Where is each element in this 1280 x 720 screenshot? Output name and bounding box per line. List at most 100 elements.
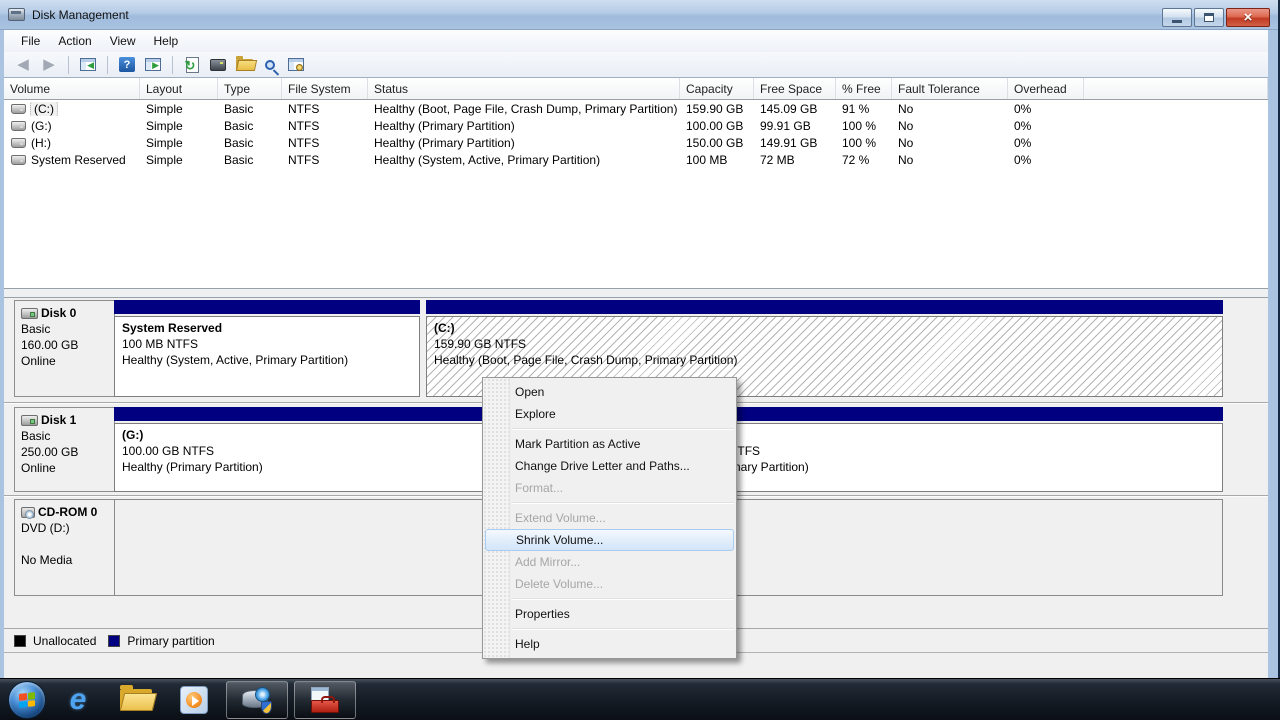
layout-cell: Simple <box>140 102 218 116</box>
file-system-cell: NTFS <box>282 153 368 167</box>
menu-view[interactable]: View <box>101 31 145 51</box>
open-folder-icon <box>236 59 253 71</box>
disk1-label[interactable]: Disk 1 Basic 250.00 GB Online <box>14 407 115 492</box>
status-cell: Healthy (Primary Partition) <box>368 119 680 133</box>
partition-system-reserved[interactable]: System Reserved 100 MB NTFS Healthy (Sys… <box>114 300 420 397</box>
column-header-pct-free[interactable]: % Free <box>836 78 892 99</box>
primary-partition-bar <box>114 300 420 314</box>
column-header-file-system[interactable]: File System <box>282 78 368 99</box>
partition-size: 100 MB NTFS <box>122 336 412 352</box>
back-button[interactable]: ◀ <box>12 55 34 75</box>
help-button[interactable]: ? <box>116 55 138 75</box>
overhead-cell: 0% <box>1008 153 1084 167</box>
drive-icon <box>11 155 26 165</box>
taskbar-admin-tools-active[interactable] <box>294 681 356 719</box>
close-button[interactable]: × <box>1226 8 1270 27</box>
primary-partition-bar <box>660 407 1223 421</box>
layout-cell: Simple <box>140 119 218 133</box>
column-header-layout[interactable]: Layout <box>140 78 218 99</box>
title-bar[interactable]: Disk Management × <box>0 0 1280 30</box>
menu-help[interactable]: Help <box>145 31 188 51</box>
context-menu-shrink-volume[interactable]: Shrink Volume... <box>485 529 734 551</box>
disk-management-icon <box>242 687 272 713</box>
volume-row-system-reserved[interactable]: System Reserved Simple Basic NTFS Health… <box>4 151 1268 168</box>
disk-size: 160.00 GB <box>21 337 108 353</box>
disk-status: No Media <box>21 552 108 568</box>
column-header-capacity[interactable]: Capacity <box>680 78 754 99</box>
manage-console-button[interactable] <box>285 55 307 75</box>
volume-row-c[interactable]: (C:) Simple Basic NTFS Healthy (Boot, Pa… <box>4 100 1268 117</box>
file-system-cell: NTFS <box>282 136 368 150</box>
partition-size: 159.90 GB NTFS <box>434 336 1215 352</box>
media-player-icon <box>180 686 208 714</box>
disk0-label[interactable]: Disk 0 Basic 160.00 GB Online <box>14 300 115 397</box>
view-button[interactable] <box>259 55 281 75</box>
app-icon <box>8 8 25 21</box>
fault-tolerance-cell: No <box>892 136 1008 150</box>
column-header-free-space[interactable]: Free Space <box>754 78 836 99</box>
context-menu-change-drive-letter[interactable]: Change Drive Letter and Paths... <box>483 455 736 477</box>
pane-splitter[interactable] <box>4 288 1268 298</box>
start-button[interactable] <box>8 681 46 719</box>
fault-tolerance-cell: No <box>892 102 1008 116</box>
column-header-status[interactable]: Status <box>368 78 680 99</box>
disk-size: 250.00 GB <box>21 444 108 460</box>
volume-row-g[interactable]: (G:) Simple Basic NTFS Healthy (Primary … <box>4 117 1268 134</box>
disk-type: Basic <box>21 321 108 337</box>
legend-unallocated: Unallocated <box>14 634 96 648</box>
disk-settings-icon <box>210 59 226 71</box>
console-tree-icon: ◀ <box>80 58 96 71</box>
back-icon: ◀ <box>17 56 29 74</box>
cdrom0-label[interactable]: CD-ROM 0 DVD (D:) No Media <box>14 499 115 596</box>
forward-icon: ▶ <box>43 56 55 74</box>
drive-icon <box>11 121 26 131</box>
window-controls: × <box>1162 8 1270 27</box>
context-menu-mark-partition-active[interactable]: Mark Partition as Active <box>483 433 736 455</box>
context-menu-explore[interactable]: Explore <box>483 403 736 425</box>
forward-button[interactable]: ▶ <box>38 55 60 75</box>
file-system-cell: NTFS <box>282 102 368 116</box>
capacity-cell: 100.00 GB <box>680 119 754 133</box>
menu-separator <box>512 628 734 630</box>
context-menu-help[interactable]: Help <box>483 633 736 655</box>
disk-settings-button[interactable] <box>207 55 229 75</box>
taskbar-windows-explorer[interactable] <box>110 680 162 720</box>
context-menu-properties[interactable]: Properties <box>483 603 736 625</box>
disk-icon <box>21 308 38 319</box>
volume-name: (H:) <box>31 136 51 150</box>
column-header-volume[interactable]: Volume <box>4 78 140 99</box>
menu-bar: File Action View Help <box>4 30 1268 52</box>
console-tree-button[interactable]: ◀ <box>77 55 99 75</box>
overhead-cell: 0% <box>1008 102 1084 116</box>
taskbar-internet-explorer[interactable]: e <box>52 680 104 720</box>
open-folder-button[interactable] <box>233 55 255 75</box>
column-header-fault-tolerance[interactable]: Fault Tolerance <box>892 78 1008 99</box>
toolbar: ◀ ▶ ◀ ? ▶ ↻ <box>4 52 1268 78</box>
menu-action[interactable]: Action <box>49 31 100 51</box>
refresh-button[interactable]: ↻ <box>181 55 203 75</box>
menu-file[interactable]: File <box>12 31 49 51</box>
internet-explorer-icon: e <box>70 685 87 715</box>
layout-cell: Simple <box>140 153 218 167</box>
volume-row-h[interactable]: (H:) Simple Basic NTFS Healthy (Primary … <box>4 134 1268 151</box>
column-header-filler <box>1084 78 1268 99</box>
context-menu-open[interactable]: Open <box>483 381 736 403</box>
minimize-button[interactable] <box>1162 8 1192 27</box>
legend-label: Primary partition <box>127 634 214 648</box>
maximize-button[interactable] <box>1194 8 1224 27</box>
disk-icon <box>21 415 38 426</box>
action-pane-icon: ▶ <box>145 58 161 71</box>
disk-status: Online <box>21 460 108 476</box>
column-header-type[interactable]: Type <box>218 78 282 99</box>
windows-logo-icon <box>19 692 35 708</box>
taskbar-disk-management-active[interactable] <box>226 681 288 719</box>
column-header-overhead[interactable]: Overhead <box>1008 78 1084 99</box>
pct-free-cell: 72 % <box>836 153 892 167</box>
taskbar-media-player[interactable] <box>168 680 220 720</box>
partition-h[interactable]: (H:) 150.00 GB NTFS Healthy (Primary Par… <box>660 407 1223 492</box>
action-pane-button[interactable]: ▶ <box>142 55 164 75</box>
status-cell: Healthy (Boot, Page File, Crash Dump, Pr… <box>368 102 680 116</box>
maximize-icon <box>1204 13 1214 22</box>
volume-list-header: Volume Layout Type File System Status Ca… <box>4 78 1268 100</box>
toolbar-separator <box>68 56 69 74</box>
